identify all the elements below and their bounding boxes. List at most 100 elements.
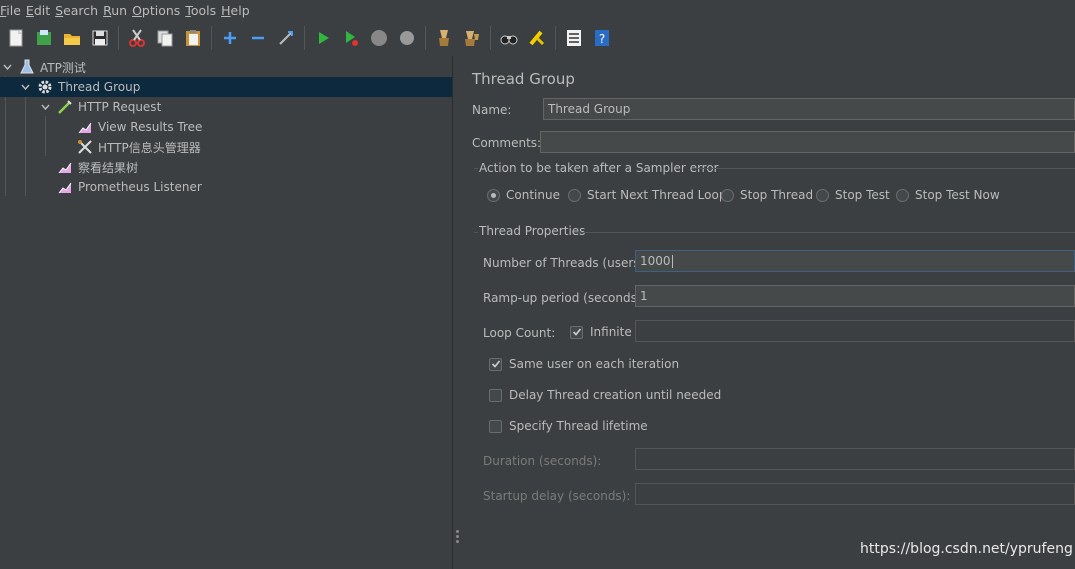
test-plan-icon [18,58,36,76]
checkbox-box [570,325,583,339]
pipette-icon [56,98,74,116]
open-icon[interactable] [60,26,84,50]
comments-field[interactable] [540,131,1075,153]
paste-icon[interactable] [181,26,205,50]
section-border [574,232,1075,233]
test-plan-tree: ATP测试 Thread Group HTTP Request View Res… [0,56,452,569]
name-label: Name: [472,103,512,117]
tree-node-results-tree-cn[interactable]: 察看结果树 [0,157,138,177]
clear-all-icon[interactable] [460,26,484,50]
copy-icon[interactable] [153,26,177,50]
radio-dot [896,188,909,202]
infinite-checkbox[interactable]: Infinite [570,325,632,339]
delay-thread-creation-checkbox[interactable]: Delay Thread creation until needed [489,388,721,402]
start-no-pause-icon[interactable] [339,26,363,50]
reset-search-icon[interactable] [525,26,549,50]
tree-label: HTTP Request [78,100,162,114]
new-icon[interactable] [4,26,28,50]
radio-dot [721,188,734,202]
checkbox-box [489,419,502,433]
menu-tools[interactable]: Tools [185,3,221,18]
tree-label: Thread Group [58,80,141,94]
stop-icon[interactable] [367,26,391,50]
toolbar-separator [555,26,556,50]
tree-node-thread-group[interactable]: Thread Group [0,77,452,97]
rampup-field[interactable]: 1 [635,285,1075,307]
radio-label: Continue [506,188,560,202]
radio-label: Stop Test [835,188,890,202]
checkbox-label: Specify Thread lifetime [509,419,648,433]
tree-node-view-results-tree[interactable]: View Results Tree [0,117,202,137]
radio-start-next-thread-loop[interactable]: Start Next Thread Loop [568,188,726,202]
tree-node-test-plan[interactable]: ATP测试 [0,57,452,77]
duration-label: Duration (seconds): [483,454,602,468]
radio-dot [487,188,500,202]
menu-run[interactable]: Run [103,3,132,18]
panel-title: Thread Group [472,70,575,88]
checkbox-label: Delay Thread creation until needed [509,388,722,402]
rampup-value: 1 [640,289,648,303]
radio-stop-test[interactable]: Stop Test [816,188,890,202]
chevron-down-icon[interactable] [0,60,14,74]
split-pane-divider[interactable] [452,56,462,569]
thread-group-panel: Thread Group Name: Thread Group Comments… [462,56,1075,569]
start-icon[interactable] [311,26,335,50]
menu-edit[interactable]: Edit [26,3,55,18]
help-icon[interactable]: ? [590,26,614,50]
grip-dot [456,535,459,538]
cut-icon[interactable] [125,26,149,50]
tree-label: View Results Tree [98,120,203,134]
startup-delay-field[interactable] [635,483,1075,505]
menu-options[interactable]: Options [132,3,185,18]
shutdown-icon[interactable] [395,26,419,50]
checkbox-label: Same user on each iteration [509,357,680,371]
checkbox-label: Infinite [590,325,632,339]
loop-count-label: Loop Count: [483,326,556,340]
same-user-checkbox[interactable]: Same user on each iteration [489,357,679,371]
name-field[interactable]: Thread Group [543,98,1075,120]
tree-node-header-manager[interactable]: HTTP信息头管理器 [0,137,201,157]
rampup-label: Ramp-up period (seconds): [483,291,646,305]
collapse-icon[interactable] [246,26,270,50]
svg-text:?: ? [599,32,605,46]
templates-icon[interactable] [32,26,56,50]
menu-search[interactable]: Search [55,3,103,18]
radio-stop-thread[interactable]: Stop Thread [721,188,813,202]
chevron-down-icon[interactable] [38,100,52,114]
gear-icon [36,78,54,96]
menu-bar: File Edit Search Run Options Tools Help [0,0,1075,20]
radio-stop-test-now[interactable]: Stop Test Now [896,188,1000,202]
section-border [692,168,1075,169]
menu-help[interactable]: Help [221,3,255,18]
radio-label: Start Next Thread Loop [587,188,727,202]
tree-label: Prometheus Listener [78,180,202,194]
duration-field[interactable] [635,448,1075,470]
radio-label: Stop Test Now [915,188,1000,202]
tree-node-prometheus-listener[interactable]: Prometheus Listener [0,177,202,197]
chart-icon [76,118,94,136]
checkmark-icon [572,328,581,336]
function-helper-icon[interactable] [562,26,586,50]
tree-node-http-request[interactable]: HTTP Request [0,97,161,117]
search-icon[interactable] [497,26,521,50]
menu-file[interactable]: File [0,3,26,18]
section-border [474,232,478,233]
toolbar-separator [304,26,305,50]
radio-continue[interactable]: Continue [487,188,560,202]
toolbar: ? [0,20,1075,56]
toolbar-separator [118,26,119,50]
specify-thread-lifetime-checkbox[interactable]: Specify Thread lifetime [489,419,648,433]
toggle-icon[interactable] [274,26,298,50]
expand-icon[interactable] [218,26,242,50]
save-icon[interactable] [88,26,112,50]
loop-count-field[interactable] [635,320,1075,342]
startup-delay-label: Startup delay (seconds): [483,489,631,503]
chevron-down-icon[interactable] [18,80,32,94]
grip-dot [456,530,459,533]
watermark: https://blog.csdn.net/yprufeng [860,541,1073,557]
radio-dot [568,188,581,202]
threads-field[interactable]: 1000 [635,250,1075,272]
clear-icon[interactable] [432,26,456,50]
threads-value: 1000 [640,254,671,268]
comments-label: Comments: [472,136,542,150]
